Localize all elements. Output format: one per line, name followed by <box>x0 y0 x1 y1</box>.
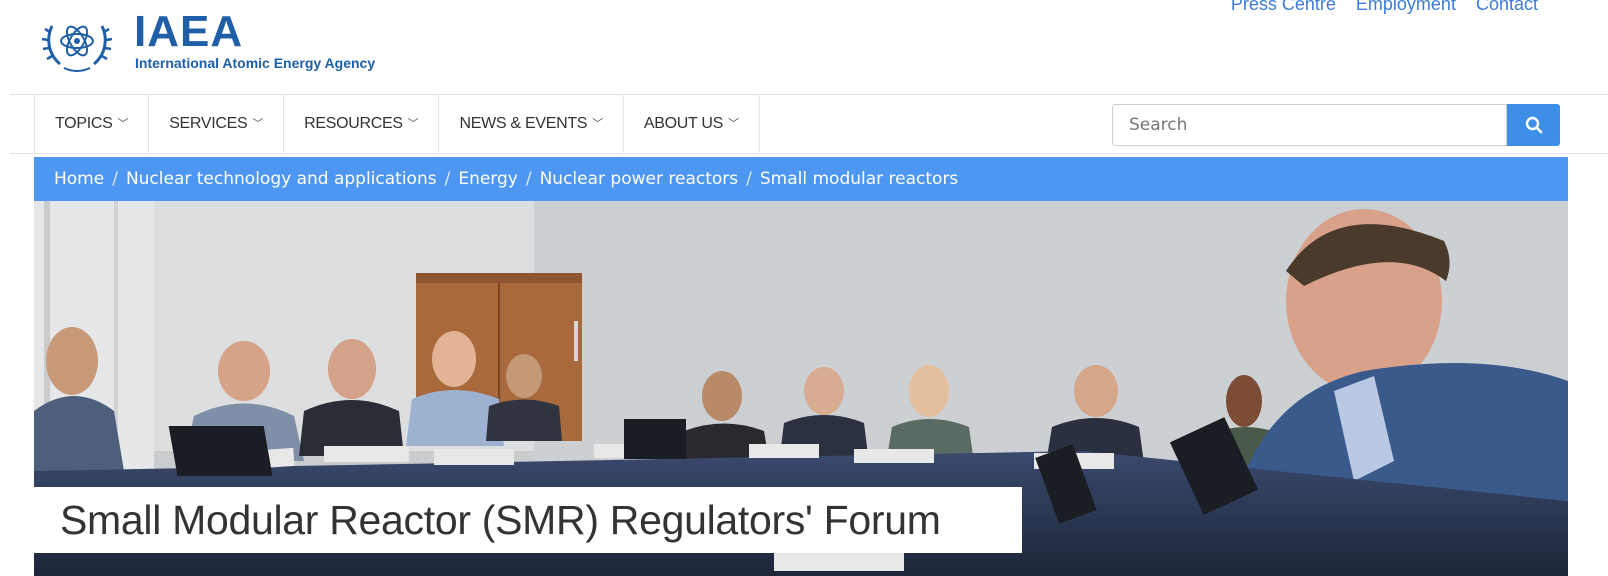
nav-topics[interactable]: TOPICS ﹀ <box>35 95 150 153</box>
nav-services-label: SERVICES <box>169 115 248 132</box>
breadcrumb-nuclear-technology[interactable]: Nuclear technology and applications <box>126 169 437 189</box>
nav-news-events-label: NEWS & EVENTS <box>459 115 588 132</box>
un-emblem-icon <box>41 25 113 72</box>
breadcrumb: Home / Nuclear technology and applicatio… <box>34 157 1568 201</box>
nav-topics-label: TOPICS <box>55 115 113 132</box>
chevron-down-icon: ﹀ <box>252 118 264 130</box>
top-links: Press Centre Employment Contact <box>1231 0 1538 15</box>
chevron-down-icon: ﹀ <box>592 118 603 130</box>
iaea-logo[interactable]: IAEA International Atomic Energy Agency <box>40 8 420 78</box>
breadcrumb-energy[interactable]: Energy <box>458 169 518 189</box>
breadcrumb-separator: / <box>444 169 451 189</box>
main-navbar: TOPICS ﹀ SERVICES ﹀ RESOURCES ﹀ NEWS & E… <box>10 94 1608 154</box>
breadcrumb-nuclear-power-reactors[interactable]: Nuclear power reactors <box>540 169 739 189</box>
brand-name: International Atomic Energy Agency <box>135 55 376 71</box>
press-centre-link[interactable]: Press Centre <box>1231 0 1336 15</box>
contact-link[interactable]: Contact <box>1476 0 1538 15</box>
nav-resources[interactable]: RESOURCES ﹀ <box>284 95 440 153</box>
nav-resources-label: RESOURCES <box>304 115 403 132</box>
search-button[interactable] <box>1507 104 1560 146</box>
breadcrumb-small-modular-reactors: Small modular reactors <box>759 169 959 189</box>
chevron-down-icon: ﹀ <box>727 118 739 130</box>
breadcrumb-separator: / <box>112 169 118 189</box>
site-header: IAEA International Atomic Energy Agency … <box>0 0 1608 94</box>
nav-about-us-label: ABOUT US <box>643 115 723 132</box>
nav-news-events[interactable]: NEWS & EVENTS ﹀ <box>439 95 624 153</box>
page-title: Small Modular Reactor (SMR) Regulators' … <box>34 487 1022 553</box>
nav-about-us[interactable]: ABOUT US ﹀ <box>624 95 760 153</box>
breadcrumb-separator: / <box>746 169 752 189</box>
nav-services[interactable]: SERVICES ﹀ <box>149 95 285 153</box>
employment-link[interactable]: Employment <box>1356 0 1456 15</box>
nav-menu: TOPICS ﹀ SERVICES ﹀ RESOURCES ﹀ NEWS & E… <box>34 95 760 153</box>
hero-banner: Small Modular Reactor (SMR) Regulators' … <box>34 201 1568 576</box>
breadcrumb-separator: / <box>525 169 532 189</box>
search-icon <box>1525 116 1542 134</box>
chevron-down-icon: ﹀ <box>117 118 129 130</box>
breadcrumb-home[interactable]: Home <box>54 169 104 189</box>
brand-acronym: IAEA <box>134 7 244 56</box>
chevron-down-icon: ﹀ <box>407 118 419 130</box>
search-input[interactable] <box>1112 104 1507 146</box>
